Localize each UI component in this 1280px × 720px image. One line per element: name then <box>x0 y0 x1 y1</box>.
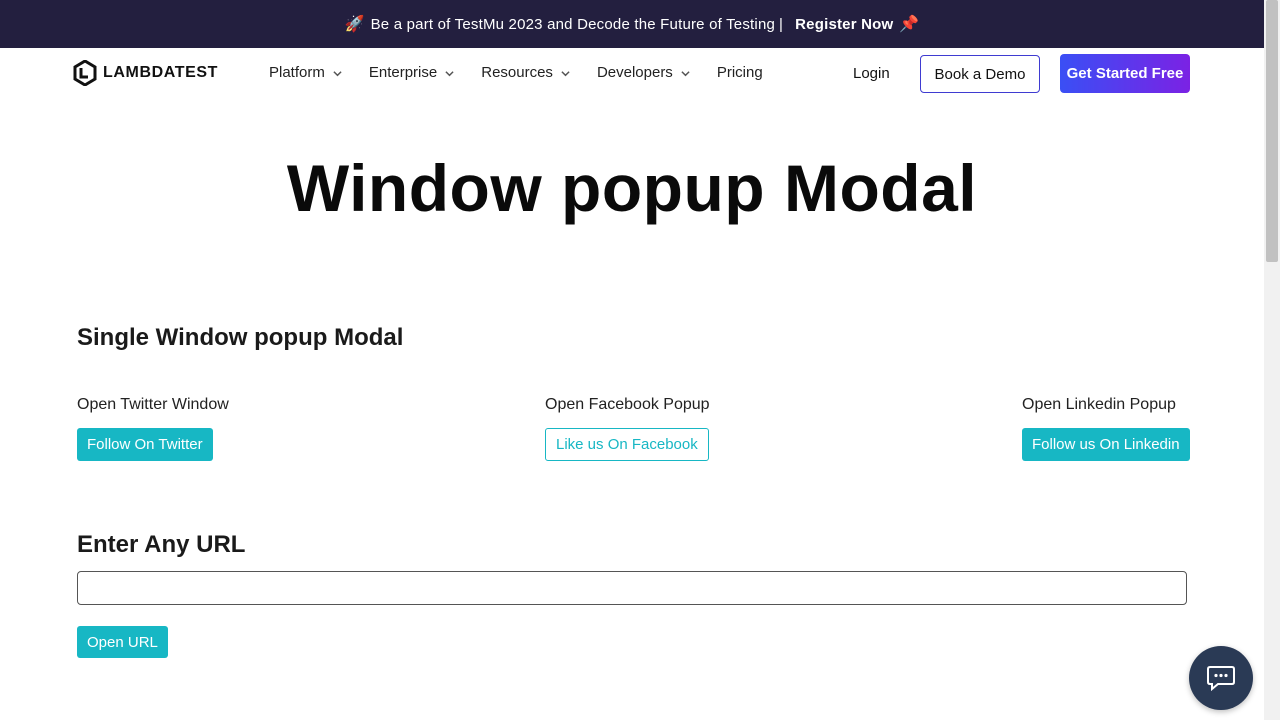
linkedin-popup-group: Open Linkedin Popup Follow us On Linkedi… <box>1022 396 1190 461</box>
url-section-title: Enter Any URL <box>77 531 246 558</box>
announcement-bar: 🚀 Be a part of TestMu 2023 and Decode th… <box>0 0 1264 48</box>
twitter-popup-label: Open Twitter Window <box>77 396 229 413</box>
brand-name: LAMBDATEST <box>103 64 219 81</box>
menu-item-label: Resources <box>481 64 553 81</box>
menu-item-developers[interactable]: Developers <box>597 64 690 81</box>
rocket-icon: 🚀 <box>344 16 365 33</box>
login-link[interactable]: Login <box>853 65 890 82</box>
brand-logo[interactable]: LAMBDATEST <box>73 60 218 86</box>
menu-item-label: Developers <box>596 64 673 81</box>
section-title: Single Window popup Modal <box>77 324 404 351</box>
register-now-link[interactable]: Register Now <box>795 16 893 33</box>
lambdatest-logo-icon <box>73 60 97 86</box>
main-menu: Platform Enterprise Resources Developers… <box>269 64 790 81</box>
chevron-down-icon <box>445 71 454 77</box>
announcement-separator: | <box>779 15 784 33</box>
announcement-text: Be a part of TestMu 2023 and Decode the … <box>370 15 776 33</box>
get-started-button[interactable]: Get Started Free <box>1060 54 1190 93</box>
menu-item-label: Pricing <box>716 64 763 81</box>
chat-icon <box>1207 666 1235 691</box>
linkedin-popup-label: Open Linkedin Popup <box>1022 396 1176 413</box>
top-navigation: LAMBDATEST Platform Enterprise Resources… <box>0 48 1264 100</box>
scrollbar-thumb[interactable] <box>1266 0 1278 262</box>
menu-item-enterprise[interactable]: Enterprise <box>369 64 454 81</box>
like-facebook-button[interactable]: Like us On Facebook <box>545 428 709 461</box>
menu-item-pricing[interactable]: Pricing <box>717 64 763 81</box>
url-input[interactable] <box>77 571 1187 605</box>
chevron-down-icon <box>333 71 342 77</box>
follow-linkedin-button[interactable]: Follow us On Linkedin <box>1022 428 1190 461</box>
menu-item-label: Enterprise <box>368 64 438 81</box>
book-demo-button[interactable]: Book a Demo <box>920 55 1040 93</box>
page-title: Window popup Modal <box>286 151 978 225</box>
facebook-popup-group: Open Facebook Popup Like us On Facebook <box>545 396 710 461</box>
pushpin-icon: 📌 <box>899 16 920 33</box>
page-scrollbar[interactable] <box>1264 0 1280 720</box>
twitter-popup-group: Open Twitter Window Follow On Twitter <box>77 396 229 461</box>
chevron-down-icon <box>681 71 690 77</box>
open-url-button[interactable]: Open URL <box>77 626 168 658</box>
facebook-popup-label: Open Facebook Popup <box>545 396 710 413</box>
menu-item-resources[interactable]: Resources <box>481 64 570 81</box>
follow-twitter-button[interactable]: Follow On Twitter <box>77 428 213 461</box>
menu-item-label: Platform <box>269 64 325 81</box>
menu-item-platform[interactable]: Platform <box>269 64 342 81</box>
chat-widget-button[interactable] <box>1189 646 1253 710</box>
chevron-down-icon <box>561 71 570 77</box>
